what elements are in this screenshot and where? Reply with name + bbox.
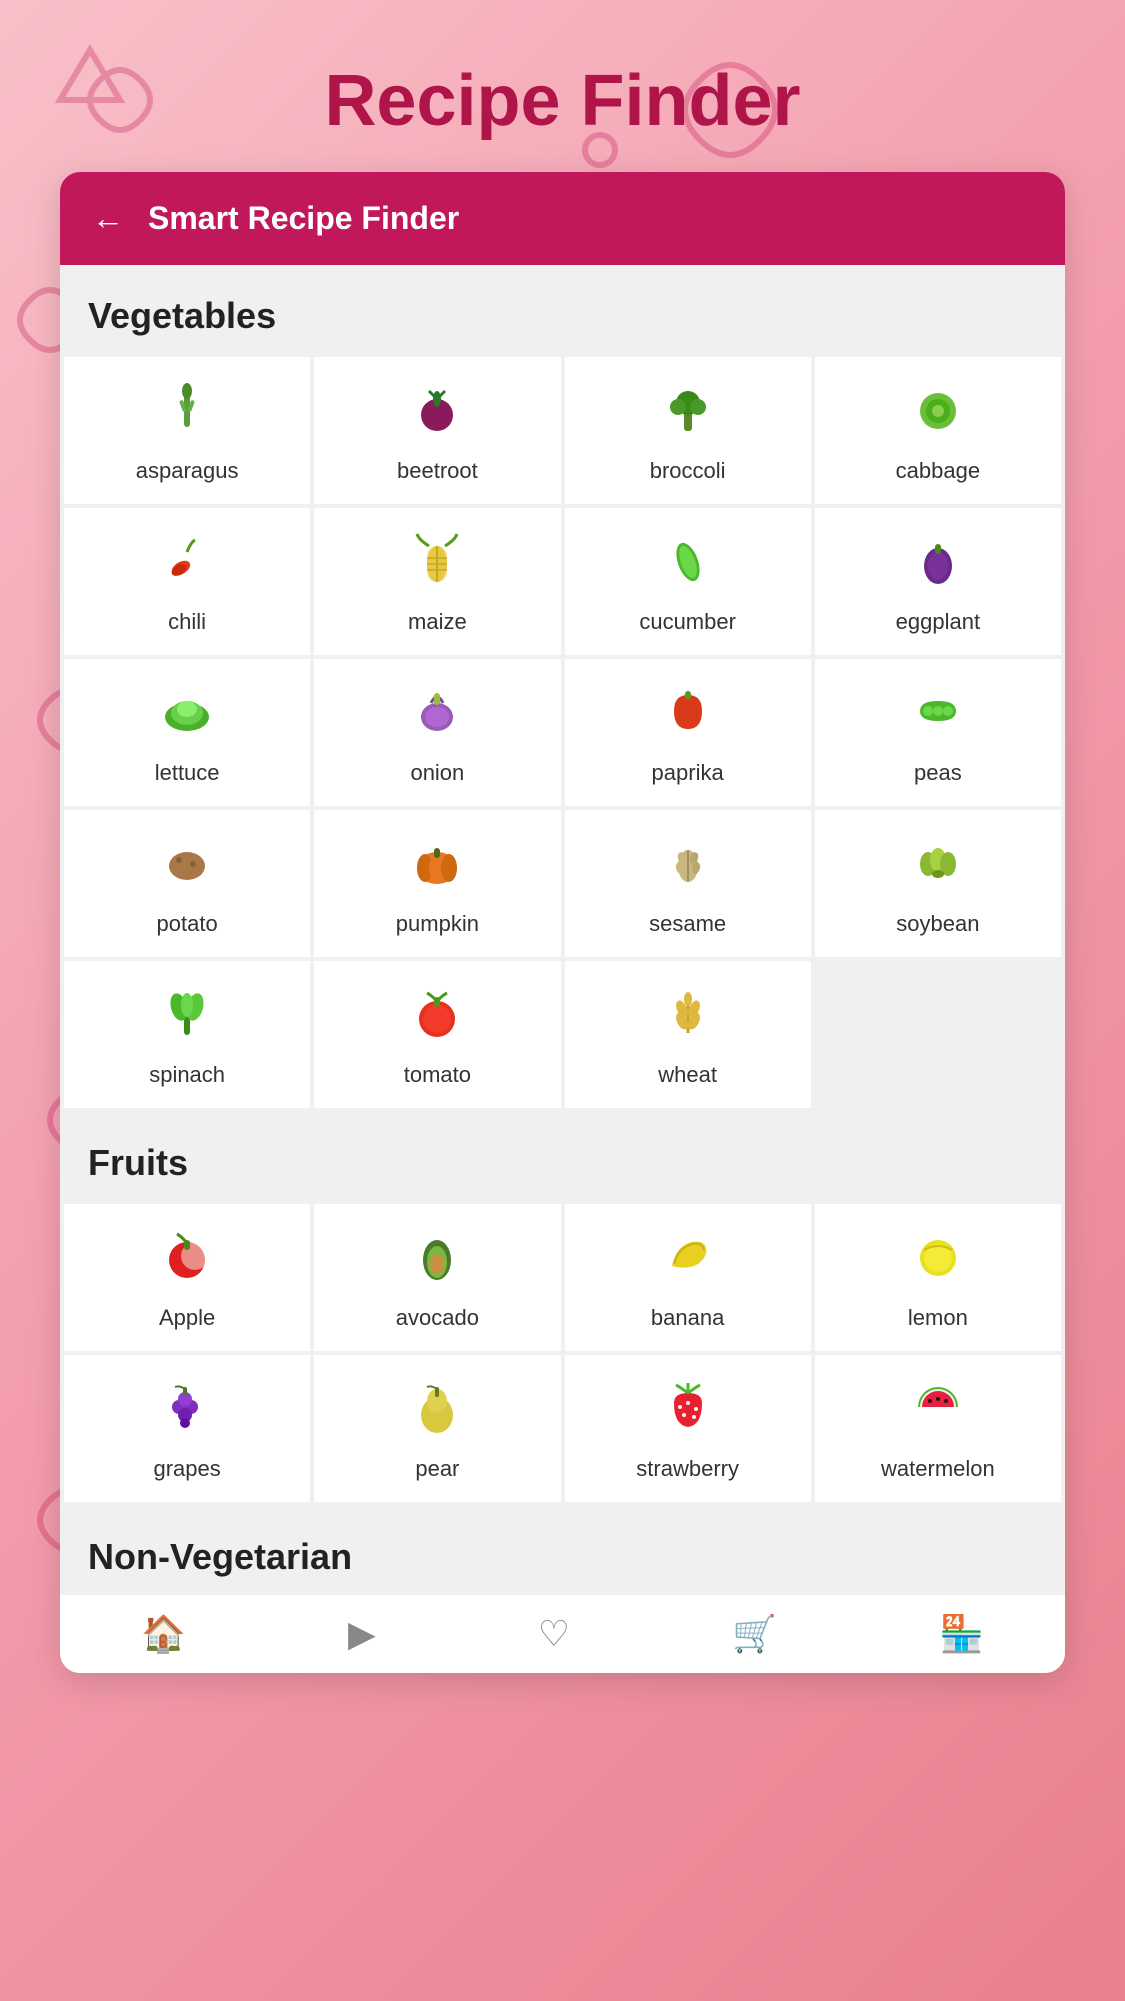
spinach-icon [159,985,215,1050]
app-header: ← Smart Recipe Finder [60,172,1065,265]
eggplant-icon [910,532,966,597]
list-item[interactable]: eggplant [815,508,1061,655]
paprika-label: paprika [652,760,724,786]
list-item[interactable]: strawberry [565,1355,811,1502]
sesame-icon [660,834,716,899]
lettuce-label: lettuce [155,760,220,786]
asparagus-label: asparagus [136,458,239,484]
soybean-label: soybean [896,911,979,937]
potato-icon [159,834,215,899]
avocado-label: avocado [396,1305,479,1331]
list-item[interactable]: grapes [64,1355,310,1502]
beetroot-icon [409,381,465,446]
chili-label: chili [168,609,206,635]
list-item[interactable]: paprika [565,659,811,806]
vegetables-section-label: Vegetables [60,265,1065,353]
app-header-title: Smart Recipe Finder [148,200,459,237]
fruits-grid: Apple avocado banana lemon grapes [60,1200,1065,1506]
favorite-nav-button[interactable]: ♡ [538,1613,570,1655]
pear-icon [409,1379,465,1444]
peas-label: peas [914,760,962,786]
pear-label: pear [415,1456,459,1482]
paprika-icon [660,683,716,748]
lettuce-icon [159,683,215,748]
maize-icon [409,532,465,597]
list-item[interactable]: broccoli [565,357,811,504]
bottom-nav: 🏠 ▶ ♡ 🛒 🏪 [60,1594,1065,1673]
maize-label: maize [408,609,467,635]
list-item[interactable]: potato [64,810,310,957]
page-title: Recipe Finder [0,0,1125,172]
onion-label: onion [410,760,464,786]
apple-icon [159,1228,215,1293]
list-item[interactable]: pumpkin [314,810,560,957]
list-item[interactable]: onion [314,659,560,806]
list-item[interactable]: avocado [314,1204,560,1351]
list-item[interactable]: spinach [64,961,310,1108]
app-card: ← Smart Recipe Finder Vegetables asparag… [60,172,1065,1673]
chili-icon [159,532,215,597]
sesame-label: sesame [649,911,726,937]
watermelon-icon [910,1379,966,1444]
list-item[interactable]: pear [314,1355,560,1502]
list-item[interactable]: lemon [815,1204,1061,1351]
cabbage-label: cabbage [896,458,980,484]
list-item[interactable]: watermelon [815,1355,1061,1502]
lemon-label: lemon [908,1305,968,1331]
cucumber-icon [660,532,716,597]
list-item[interactable]: cucumber [565,508,811,655]
list-item[interactable]: soybean [815,810,1061,957]
strawberry-label: strawberry [636,1456,739,1482]
home-nav-button[interactable]: 🏠 [141,1613,186,1655]
avocado-icon [409,1228,465,1293]
pumpkin-icon [409,834,465,899]
watermelon-label: watermelon [881,1456,995,1482]
grapes-label: grapes [153,1456,220,1482]
fruits-section-label: Fruits [60,1112,1065,1200]
onion-icon [409,683,465,748]
list-item[interactable]: beetroot [314,357,560,504]
cabbage-icon [910,381,966,446]
back-button[interactable]: ← [92,200,124,237]
list-item[interactable]: Apple [64,1204,310,1351]
store-nav-button[interactable]: 🏪 [939,1613,984,1655]
apple-label: Apple [159,1305,215,1331]
grapes-icon [159,1379,215,1444]
broccoli-icon [660,381,716,446]
wheat-label: wheat [658,1062,717,1088]
banana-label: banana [651,1305,724,1331]
list-item[interactable]: maize [314,508,560,655]
cucumber-label: cucumber [639,609,736,635]
list-item[interactable]: lettuce [64,659,310,806]
play-nav-button[interactable]: ▶ [348,1613,376,1655]
spinach-label: spinach [149,1062,225,1088]
list-item[interactable]: tomato [314,961,560,1108]
potato-label: potato [157,911,218,937]
non-vegetarian-section-label: Non-Vegetarian [60,1506,1065,1594]
list-item[interactable]: peas [815,659,1061,806]
list-item[interactable]: asparagus [64,357,310,504]
eggplant-label: eggplant [896,609,980,635]
strawberry-icon [660,1379,716,1444]
asparagus-icon [159,381,215,446]
list-item[interactable]: chili [64,508,310,655]
tomato-icon [409,985,465,1050]
list-item[interactable]: cabbage [815,357,1061,504]
peas-icon [910,683,966,748]
wheat-icon [660,985,716,1050]
cart-nav-button[interactable]: 🛒 [732,1613,777,1655]
lemon-icon [910,1228,966,1293]
list-item[interactable]: sesame [565,810,811,957]
broccoli-label: broccoli [650,458,726,484]
vegetables-grid: asparagus beetroot broccoli cabbage chil [60,353,1065,1112]
list-item[interactable]: wheat [565,961,811,1108]
beetroot-label: beetroot [397,458,478,484]
soybean-icon [910,834,966,899]
tomato-label: tomato [404,1062,471,1088]
pumpkin-label: pumpkin [396,911,479,937]
list-item[interactable]: banana [565,1204,811,1351]
banana-icon [660,1228,716,1293]
